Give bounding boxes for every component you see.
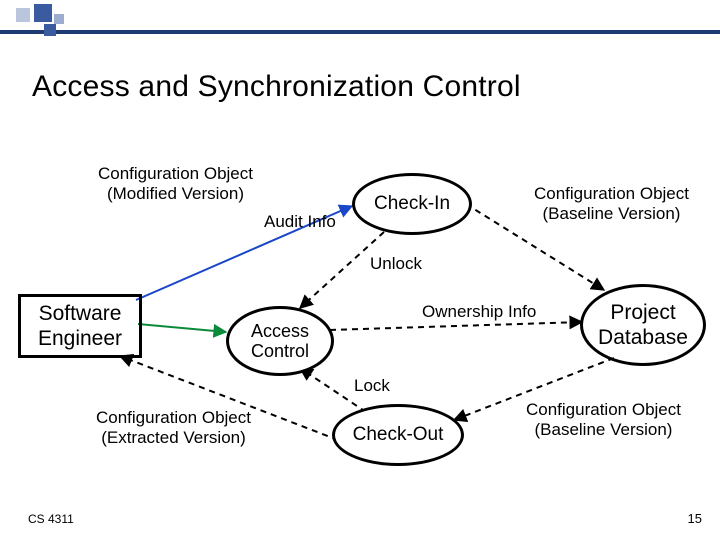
footer-course: CS 4311 bbox=[28, 512, 74, 526]
node-access-control: AccessControl bbox=[226, 306, 334, 376]
label-audit-info: Audit Info bbox=[264, 212, 336, 232]
label-ownership-info: Ownership Info bbox=[422, 302, 536, 322]
node-software-engineer: SoftwareEngineer bbox=[18, 294, 142, 358]
label-config-baseline-top: Configuration Object(Baseline Version) bbox=[534, 184, 689, 224]
label-config-extracted: Configuration Object(Extracted Version) bbox=[96, 408, 251, 448]
footer-page: 15 bbox=[688, 511, 702, 526]
label-unlock: Unlock bbox=[370, 254, 422, 274]
label-lock: Lock bbox=[354, 376, 390, 396]
label-config-baseline-bottom: Configuration Object(Baseline Version) bbox=[526, 400, 681, 440]
label-config-modified: Configuration Object(Modified Version) bbox=[98, 164, 253, 204]
node-check-in: Check-In bbox=[352, 173, 472, 235]
node-project-database: ProjectDatabase bbox=[580, 284, 706, 366]
node-check-out: Check-Out bbox=[332, 404, 464, 466]
